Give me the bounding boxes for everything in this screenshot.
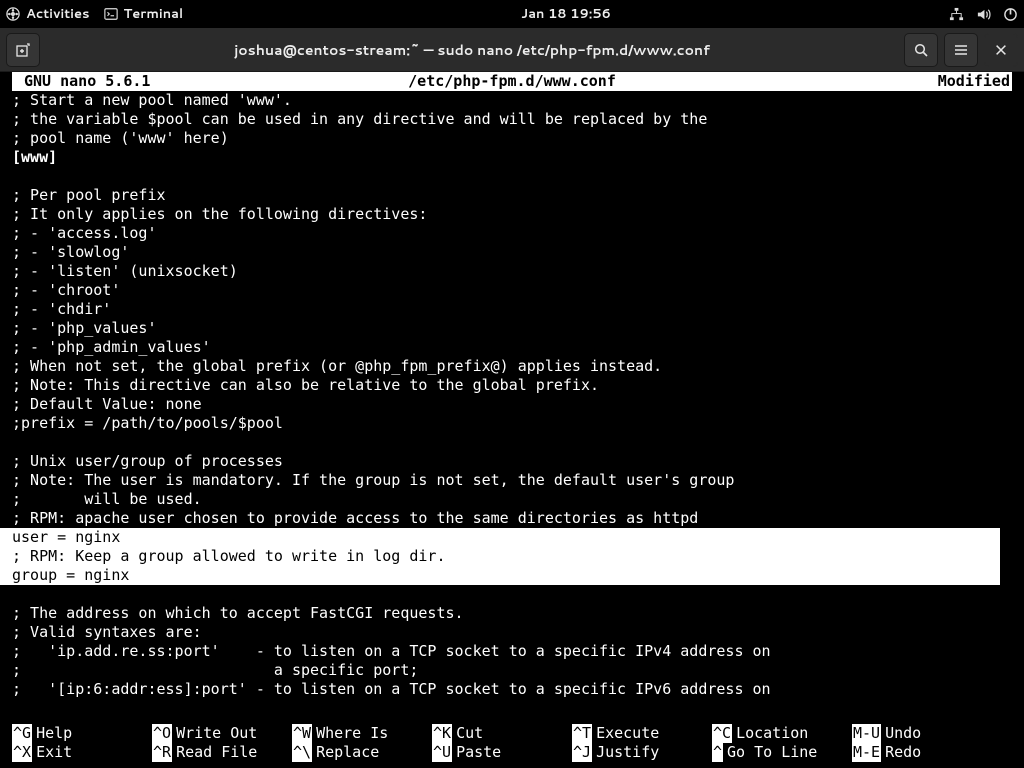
nano-shortcut: ^CLocation [712,724,852,743]
shortcut-key: M-E [852,743,881,762]
terminal-viewport[interactable]: GNU nano 5.6.1 /etc/php-fpm.d/www.conf M… [0,72,1024,768]
nano-shortcut: ^OWrite Out [152,724,292,743]
shortcut-label: Go To Line [723,743,817,762]
shortcut-label: Execute [592,724,659,743]
current-app[interactable]: Terminal [104,5,184,23]
shortcut-key: ^R [152,743,172,762]
nano-shortcut: ^JJustify [572,743,712,762]
shortcut-label: Replace [312,743,379,762]
editor-selected-line: ; RPM: Keep a group allowed to write in … [0,547,1000,566]
volume-icon[interactable] [976,7,991,22]
shortcut-key: ^C [712,724,732,743]
nano-shortcut: ^ Go To Line [712,743,852,762]
search-icon [913,42,929,58]
shortcut-key: ^K [432,724,452,743]
nano-shortcuts: ^GHelp^OWrite Out^WWhere Is^KCut^TExecut… [12,724,1012,762]
close-button[interactable] [984,33,1018,67]
network-icon[interactable] [949,7,964,22]
shortcut-key: ^O [152,724,172,743]
gnome-top-bar: Activities Terminal Jan 18 19:56 [0,0,1024,28]
nano-modified-status: Modified [938,72,1010,91]
editor-text-bottom: ; The address on which to accept FastCGI… [12,585,1012,699]
shortcut-label: Where Is [312,724,388,743]
nano-version: GNU nano 5.6.1 [14,72,150,91]
shortcut-label: Cut [452,724,483,743]
editor-text-top: ; Start a new pool named 'www'. ; the va… [12,91,1012,148]
new-tab-icon [15,42,31,58]
shortcut-label: Help [32,724,72,743]
shortcut-label: Exit [32,743,72,762]
shortcut-key: ^J [572,743,592,762]
nano-shortcut: ^UPaste [432,743,572,762]
activities-icon [6,7,20,21]
shortcut-label: Undo [881,724,921,743]
power-icon[interactable] [1003,7,1018,22]
shortcut-key: ^U [432,743,452,762]
shortcut-key: ^ [712,743,723,762]
nano-shortcut: ^GHelp [12,724,152,743]
editor-section-header: [www] [12,148,1012,167]
shortcut-label: Read File [172,743,257,762]
nano-shortcut: M-UUndo [852,724,942,743]
activities-label: Activities [26,5,90,23]
new-tab-button[interactable] [6,33,40,67]
terminal-header-bar: joshua@centos-stream:~ — sudo nano /etc/… [0,28,1024,72]
nano-shortcut: ^TExecute [572,724,712,743]
editor-selected-line: group = nginx [0,566,1000,585]
shortcut-label: Write Out [172,724,257,743]
close-icon [994,43,1008,57]
shortcut-key: ^W [292,724,312,743]
shortcut-key: ^G [12,724,32,743]
nano-shortcut: ^WWhere Is [292,724,432,743]
shortcut-key: ^\ [292,743,312,762]
search-button[interactable] [904,33,938,67]
shortcut-key: ^X [12,743,32,762]
nano-filename: /etc/php-fpm.d/www.conf [408,72,616,90]
editor-selected-line: user = nginx [0,528,1000,547]
clock[interactable]: Jan 18 19:56 [183,5,949,23]
shortcut-label: Paste [452,743,501,762]
nano-shortcut: ^KCut [432,724,572,743]
hamburger-menu-button[interactable] [944,33,978,67]
nano-shortcut: ^\Replace [292,743,432,762]
hamburger-icon [953,42,969,58]
activities-button[interactable]: Activities [6,5,90,23]
nano-shortcut: ^RRead File [152,743,292,762]
shortcut-label: Justify [592,743,659,762]
nano-title-bar: GNU nano 5.6.1 /etc/php-fpm.d/www.conf M… [12,72,1012,91]
shortcut-label: Location [732,724,808,743]
terminal-icon [104,7,118,21]
window-title: joshua@centos-stream:~ — sudo nano /etc/… [46,40,898,60]
shortcut-key: M-U [852,724,881,743]
current-app-label: Terminal [124,5,184,23]
shortcut-key: ^T [572,724,592,743]
nano-shortcut: ^XExit [12,743,152,762]
nano-shortcut: M-ERedo [852,743,942,762]
shortcut-label: Redo [881,743,921,762]
editor-text-mid: ; Per pool prefix ; It only applies on t… [12,167,1012,528]
